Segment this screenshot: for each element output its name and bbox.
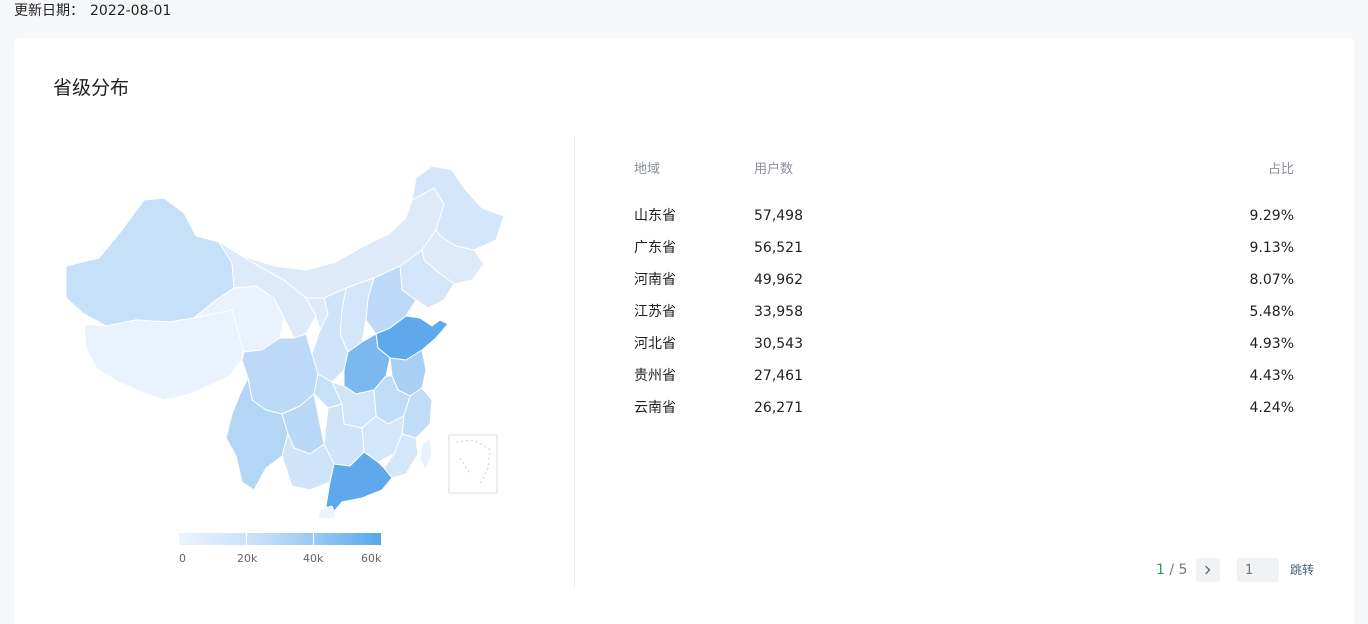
cell-users: 27,461 (754, 368, 803, 384)
china-choropleth-map[interactable] (44, 138, 534, 518)
province-taiwan[interactable] (419, 437, 433, 471)
total-pages: 5 (1178, 562, 1188, 578)
legend-tick-0: 0 (179, 552, 186, 565)
cell-ratio: 4.43% (1249, 368, 1294, 384)
cell-users: 33,958 (754, 304, 803, 320)
cell-users: 49,962 (754, 272, 803, 288)
jump-page-input[interactable] (1237, 558, 1279, 582)
jump-button[interactable]: 跳转 (1290, 562, 1314, 578)
table-row: 广东省 56,521 9.13% (634, 232, 1294, 264)
update-date-value: 2022-08-01 (90, 3, 172, 19)
header-ratio: 占比 (1267, 162, 1294, 177)
legend-separator (246, 533, 247, 545)
card-title: 省级分布 (53, 77, 130, 99)
legend-tick-40k: 40k (303, 552, 324, 565)
legend-gradient-bar (179, 533, 381, 545)
page-separator: / (1169, 562, 1175, 578)
cell-users: 57,498 (754, 208, 803, 224)
map-legend: 0 20k 40k 60k (179, 533, 381, 569)
pagination: 1 / 5 跳转 (1156, 558, 1326, 582)
cell-region: 广东省 (634, 240, 676, 256)
table-row: 河北省 30,543 4.93% (634, 328, 1294, 360)
province-distribution-card: 省级分布 0 20k 40k 60k 地域 用户数 占比 山东省 57,498 … (14, 38, 1355, 624)
cell-users: 56,521 (754, 240, 803, 256)
cell-region: 河北省 (634, 336, 676, 352)
legend-separator (313, 533, 314, 545)
cell-ratio: 4.93% (1249, 336, 1294, 352)
header-region: 地域 (634, 162, 661, 177)
chevron-right-icon (1205, 565, 1211, 575)
china-map-svg[interactable] (44, 138, 534, 518)
update-date-label: 更新日期： (14, 3, 84, 19)
cell-region: 贵州省 (634, 368, 676, 384)
cell-ratio: 4.24% (1249, 400, 1294, 416)
table-row: 云南省 26,271 4.24% (634, 392, 1294, 424)
next-page-button[interactable] (1196, 558, 1220, 582)
table-row: 贵州省 27,461 4.43% (634, 360, 1294, 392)
header-users: 用户数 (754, 162, 794, 177)
cell-ratio: 9.13% (1249, 240, 1294, 256)
page-indicator: 1 / 5 (1156, 561, 1187, 579)
south-china-sea-inset (448, 434, 498, 494)
table-row: 山东省 57,498 9.29% (634, 200, 1294, 232)
cell-region: 河南省 (634, 272, 676, 288)
province-table: 地域 用户数 占比 山东省 57,498 9.29% 广东省 56,521 9.… (634, 156, 1294, 416)
cell-region: 山东省 (634, 208, 676, 224)
cell-region: 云南省 (634, 400, 676, 416)
cell-users: 26,271 (754, 400, 803, 416)
cell-users: 30,543 (754, 336, 803, 352)
vertical-divider (574, 138, 575, 588)
cell-ratio: 8.07% (1249, 272, 1294, 288)
legend-tick-60k: 60k (361, 552, 382, 565)
table-row: 河南省 49,962 8.07% (634, 264, 1294, 296)
table-row: 江苏省 33,958 5.48% (634, 296, 1294, 328)
current-page: 1 (1156, 562, 1165, 578)
legend-tick-20k: 20k (237, 552, 258, 565)
cell-ratio: 9.29% (1249, 208, 1294, 224)
update-date-line: 更新日期： 2022-08-01 (14, 2, 171, 20)
table-header: 地域 用户数 占比 (634, 156, 1294, 178)
cell-region: 江苏省 (634, 304, 676, 320)
cell-ratio: 5.48% (1249, 304, 1294, 320)
table-body: 山东省 57,498 9.29% 广东省 56,521 9.13% 河南省 49… (634, 200, 1294, 424)
